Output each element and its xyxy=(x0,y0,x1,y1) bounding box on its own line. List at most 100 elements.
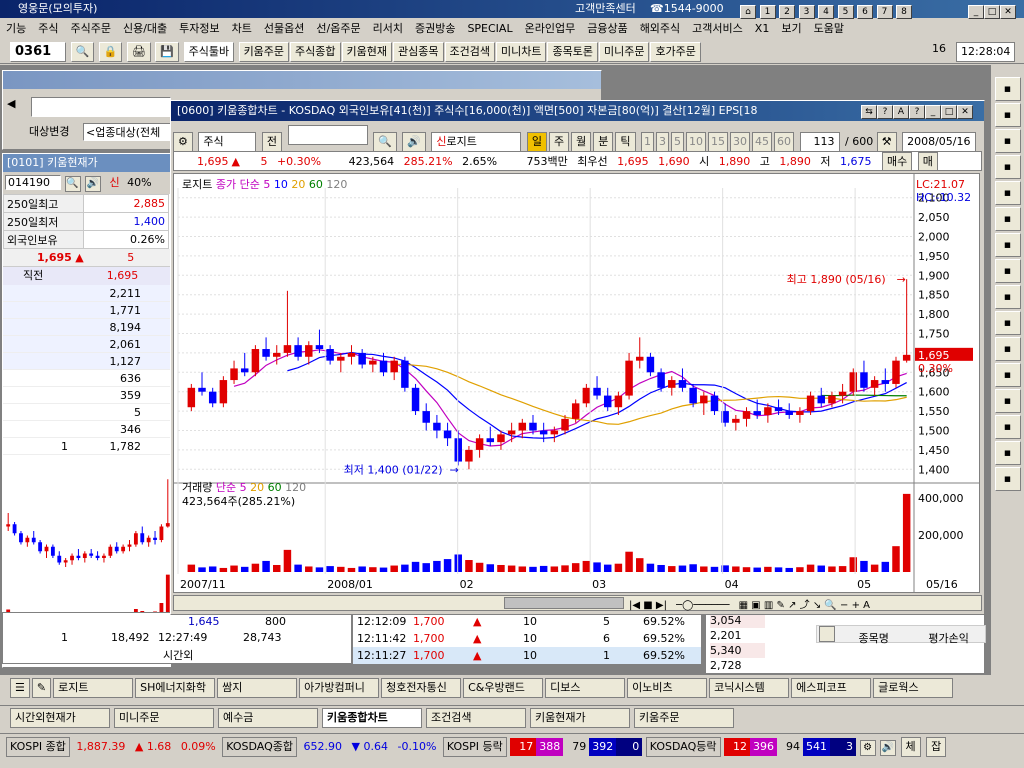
settings-icon[interactable]: ▪ xyxy=(994,103,1021,127)
menu-icon[interactable]: ▪ xyxy=(994,77,1021,101)
period-button-2[interactable]: 월 xyxy=(571,132,592,152)
task-tab-2[interactable]: 예수금 xyxy=(218,708,318,728)
stock-tab-3[interactable]: 아가방컴퍼니 xyxy=(299,678,380,698)
minute-button-6[interactable]: 45 xyxy=(752,132,773,152)
page-7-button[interactable]: 7 xyxy=(876,5,893,19)
chart-type-icon[interactable]: ▪ xyxy=(994,363,1021,387)
menu-item-5[interactable]: 차트 xyxy=(226,19,258,39)
zoom-slider[interactable]: ─◯────── xyxy=(676,600,729,611)
menu-item-12[interactable]: 금융상품 xyxy=(581,19,633,39)
toolbar-select[interactable]: 주식툴바 xyxy=(183,42,235,62)
toolbar-button-8[interactable]: 호가주문 xyxy=(650,42,701,62)
menu-item-13[interactable]: 해외주식 xyxy=(634,19,686,39)
zoom-in-icon[interactable]: + xyxy=(852,600,864,611)
analysis-icon[interactable]: ▪ xyxy=(994,155,1021,179)
sell-button[interactable]: 매 xyxy=(917,152,938,170)
stock-tab-1[interactable]: SH에너지화학 xyxy=(135,678,216,698)
menu-item-11[interactable]: 온라인업무 xyxy=(519,19,582,39)
text-icon[interactable]: ▪ xyxy=(994,337,1021,361)
status-btn-2[interactable]: 잡 xyxy=(926,737,947,757)
menu-item-16[interactable]: 보기 xyxy=(775,19,807,39)
menu-item-1[interactable]: 주식 xyxy=(32,19,64,39)
page-1-button[interactable]: 1 xyxy=(759,5,776,19)
minute-button-3[interactable]: 10 xyxy=(686,132,707,152)
page-2-button[interactable]: 2 xyxy=(779,5,795,19)
back-search-input[interactable] xyxy=(31,97,171,117)
arrow-left-icon[interactable]: ◀ xyxy=(7,97,25,115)
save-icon[interactable]: 💾 xyxy=(155,42,180,62)
stock-tab-2[interactable]: 쌈지 xyxy=(217,678,298,698)
fx-icon[interactable]: ▪ xyxy=(994,129,1021,153)
menu-item-9[interactable]: 증권방송 xyxy=(409,19,461,39)
toolbar-button-6[interactable]: 종목토론 xyxy=(547,42,598,62)
minute-button-2[interactable]: 5 xyxy=(671,132,685,152)
print-icon[interactable]: 🖨 xyxy=(126,42,151,62)
stock-tab-0[interactable]: 로지트 xyxy=(53,678,134,698)
grid-icon[interactable]: ▪ xyxy=(994,441,1021,465)
menu-item-7[interactable]: 선/옵주문 xyxy=(310,19,366,39)
last-icon[interactable]: ▶| xyxy=(656,600,667,611)
font-icon[interactable]: A xyxy=(893,105,909,119)
pin-icon[interactable]: ⇆ xyxy=(861,105,877,119)
status-btn-1[interactable]: 체 xyxy=(900,737,921,757)
help2-icon[interactable]: ? xyxy=(909,105,925,119)
menu-item-8[interactable]: 리서치 xyxy=(367,19,409,39)
search-icon[interactable]: 🔍 xyxy=(64,176,81,192)
prev-button[interactable]: 전 xyxy=(261,132,282,152)
minimize-icon[interactable]: _ xyxy=(968,5,984,19)
screen-number-input[interactable]: 0361 xyxy=(10,42,66,62)
candle-icon[interactable]: ▪ xyxy=(994,311,1021,335)
menu-item-6[interactable]: 선물옵션 xyxy=(258,19,310,39)
stock-tab-9[interactable]: 에스피코프 xyxy=(791,678,872,698)
search-icon[interactable]: 🔍 xyxy=(70,42,95,62)
menu-item-4[interactable]: 투자정보 xyxy=(173,19,225,39)
stock-code-input[interactable]: 014190 xyxy=(5,175,61,190)
tool-icon[interactable]: ⚒ xyxy=(876,132,897,152)
cursor-icon[interactable]: ▪ xyxy=(994,181,1021,205)
eraser-icon[interactable]: ▪ xyxy=(994,389,1021,413)
stock-tab-7[interactable]: 이노비츠 xyxy=(627,678,708,698)
font-size-icon[interactable]: A xyxy=(863,600,870,611)
menu-item-14[interactable]: 고객서비스 xyxy=(686,19,749,39)
page-8-button[interactable]: 8 xyxy=(896,5,912,19)
minute-button-5[interactable]: 30 xyxy=(730,132,751,152)
search-icon[interactable]: 🔍 xyxy=(373,132,397,152)
target-change-label[interactable]: 대상변경 xyxy=(29,123,69,141)
period-button-1[interactable]: 주 xyxy=(549,132,570,152)
task-tab-5[interactable]: 키움현재가 xyxy=(530,708,630,728)
buy-button[interactable]: 매수 xyxy=(882,152,913,170)
close-icon[interactable]: ✕ xyxy=(1000,5,1016,19)
page-4-button[interactable]: 4 xyxy=(818,5,834,19)
line-icon[interactable]: ▪ xyxy=(994,233,1021,257)
stock-tab-5[interactable]: C&우방랜드 xyxy=(463,678,544,698)
stock-tab-6[interactable]: 디보스 xyxy=(545,678,626,698)
chart-maximize-icon[interactable]: □ xyxy=(941,105,957,119)
period-button-0[interactable]: 일 xyxy=(526,132,548,152)
speaker-icon[interactable]: 🔊 xyxy=(85,176,101,192)
toolbar-button-2[interactable]: 키움현재 xyxy=(341,42,393,62)
scroll-thumb[interactable] xyxy=(504,597,624,609)
code-combo[interactable] xyxy=(287,125,368,145)
box-icon[interactable]: ▪ xyxy=(994,467,1021,491)
minute-button-4[interactable]: 15 xyxy=(708,132,729,152)
stop-icon[interactable]: ■ xyxy=(643,600,652,611)
minute-button-7[interactable]: 60 xyxy=(774,132,795,152)
zoom-out-icon[interactable]: − xyxy=(840,600,852,611)
toolbar-button-5[interactable]: 미니차트 xyxy=(495,42,547,62)
chart-scrollbar[interactable]: |◀ ■ ▶| ─◯────── ▦ ▣ ▥ ✎ ↗ ⤴ ↘ 🔍 − + A xyxy=(173,595,982,611)
menu-item-3[interactable]: 신용/대출 xyxy=(117,19,173,39)
toolbar-button-3[interactable]: 관심종목 xyxy=(393,42,444,62)
task-tab-1[interactable]: 미니주문 xyxy=(114,708,214,728)
stock-tab-10[interactable]: 글로웍스 xyxy=(873,678,954,698)
chart-settings-icon[interactable]: ⚙ xyxy=(173,132,193,152)
auto-icon[interactable]: ▪ xyxy=(994,259,1021,283)
lock-icon[interactable]: 🔒 xyxy=(98,42,123,62)
stock-name-field[interactable]: 신로지트 xyxy=(431,132,522,152)
help-icon[interactable]: ? xyxy=(877,105,893,119)
price-chart[interactable]: 2,1002,0502,0001,9501,9001,8501,8001,750… xyxy=(173,173,980,593)
minute-button-0[interactable]: 1 xyxy=(641,132,655,152)
menu-item-15[interactable]: X1 xyxy=(749,19,776,39)
page-6-button[interactable]: 6 xyxy=(857,5,873,19)
date-input[interactable]: 2008/05/16 xyxy=(902,132,976,152)
stock-type-select[interactable]: 주식 xyxy=(198,132,257,152)
